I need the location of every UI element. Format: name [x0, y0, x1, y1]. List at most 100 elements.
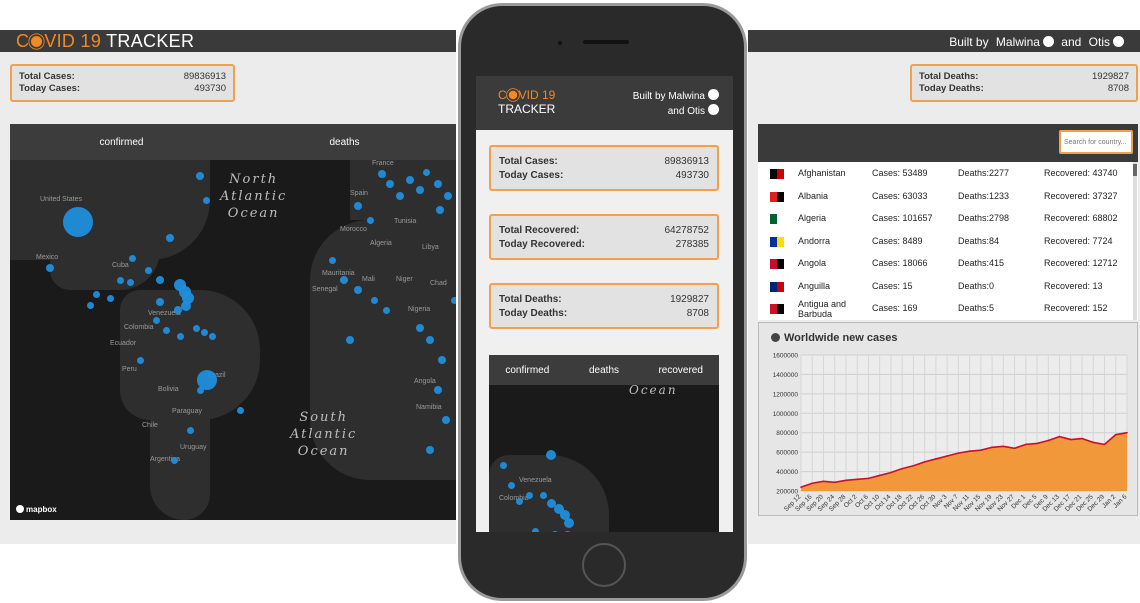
- flag-icon: [770, 191, 784, 202]
- case-marker[interactable]: [128, 254, 136, 262]
- case-marker[interactable]: [426, 446, 434, 454]
- case-marker[interactable]: [370, 296, 378, 304]
- world-map[interactable]: North Atlantic Ocean South Atlantic Ocea…: [10, 160, 456, 520]
- author-malwina-link[interactable]: Malwina: [996, 35, 1040, 49]
- case-marker[interactable]: [144, 266, 152, 274]
- case-marker[interactable]: [328, 256, 336, 264]
- case-marker[interactable]: [196, 172, 204, 180]
- case-marker[interactable]: [436, 206, 444, 214]
- case-marker[interactable]: [515, 497, 523, 505]
- case-marker[interactable]: [196, 386, 204, 394]
- home-button[interactable]: [582, 543, 626, 587]
- github-icon[interactable]: [708, 89, 719, 100]
- case-marker[interactable]: [382, 306, 390, 314]
- author-otis-link[interactable]: Otis: [1089, 35, 1110, 49]
- case-marker[interactable]: [442, 416, 450, 424]
- case-marker[interactable]: [156, 276, 164, 284]
- case-marker[interactable]: [507, 481, 515, 489]
- case-marker[interactable]: [422, 168, 430, 176]
- total-cases-value: 89836913: [664, 156, 710, 167]
- country-list[interactable]: Afghanistan Cases: 53489 Deaths:2277 Recove…: [758, 162, 1138, 320]
- case-marker[interactable]: [208, 332, 216, 340]
- case-marker[interactable]: [564, 518, 574, 528]
- case-marker[interactable]: [152, 316, 160, 324]
- tab-confirmed[interactable]: confirmed: [10, 137, 233, 148]
- scrollbar[interactable]: [1133, 162, 1137, 320]
- case-marker[interactable]: [181, 301, 191, 311]
- case-marker[interactable]: [354, 286, 362, 294]
- author-otis-link[interactable]: Otis: [687, 106, 705, 117]
- case-marker[interactable]: [450, 296, 456, 304]
- case-marker[interactable]: [202, 196, 210, 204]
- country-recovered: Recovered: 13: [1044, 280, 1103, 291]
- total-deaths-value: 1929827: [670, 294, 709, 305]
- github-icon[interactable]: [1113, 36, 1124, 47]
- label-paraguay: Paraguay: [172, 408, 202, 415]
- author-malwina-link[interactable]: Malwina: [668, 91, 705, 102]
- case-marker[interactable]: [136, 356, 144, 364]
- country-recovered: Recovered: 43740: [1044, 168, 1118, 178]
- mobile-world-map[interactable]: Ocean Venezuela Colombia: [489, 383, 719, 532]
- case-marker[interactable]: [406, 176, 414, 184]
- case-marker[interactable]: [106, 294, 114, 302]
- case-marker[interactable]: [192, 324, 200, 332]
- case-marker[interactable]: [126, 278, 134, 286]
- case-marker[interactable]: [396, 192, 404, 200]
- case-marker[interactable]: [116, 276, 124, 284]
- case-marker[interactable]: [166, 234, 174, 242]
- case-marker[interactable]: [438, 356, 446, 364]
- case-marker[interactable]: [546, 450, 556, 460]
- tab-deaths[interactable]: deaths: [566, 365, 643, 376]
- country-row[interactable]: Antigua and Barbuda Cases: 169 Deaths:5 Rec…: [758, 298, 1132, 320]
- case-marker[interactable]: [92, 290, 100, 298]
- case-marker[interactable]: [551, 531, 559, 532]
- label-senegal: Senegal: [312, 286, 338, 293]
- label-angola: Angola: [414, 378, 436, 385]
- case-marker[interactable]: [346, 336, 354, 344]
- country-row[interactable]: Afghanistan Cases: 53489 Deaths:2277 Recove…: [758, 163, 1132, 185]
- case-marker[interactable]: [539, 491, 547, 499]
- case-marker[interactable]: [46, 264, 54, 272]
- country-cases: Cases: 8489: [872, 235, 923, 246]
- case-marker[interactable]: [170, 456, 178, 464]
- country-recovered: Recovered: 7724: [1044, 235, 1113, 246]
- tab-confirmed[interactable]: confirmed: [489, 365, 566, 376]
- tab-deaths[interactable]: deaths: [233, 137, 456, 148]
- case-marker[interactable]: [531, 527, 539, 532]
- case-marker[interactable]: [426, 336, 434, 344]
- case-marker[interactable]: [444, 192, 452, 200]
- case-marker[interactable]: [354, 202, 362, 210]
- data-point: [912, 464, 915, 467]
- case-marker[interactable]: [378, 170, 386, 178]
- github-icon[interactable]: [1042, 36, 1054, 47]
- country-row[interactable]: Anguilla Cases: 15 Deaths:0 Recovered: 13: [758, 276, 1132, 298]
- country-row[interactable]: Angola Cases: 18066 Deaths:415 Recovered: 1…: [758, 253, 1132, 275]
- case-marker[interactable]: [174, 306, 182, 314]
- country-row[interactable]: Algeria Cases: 101657 Deaths:2798 Recovered…: [758, 208, 1132, 230]
- case-marker[interactable]: [499, 461, 507, 469]
- case-marker[interactable]: [525, 491, 533, 499]
- case-marker[interactable]: [200, 328, 208, 336]
- case-marker[interactable]: [416, 324, 424, 332]
- case-marker[interactable]: [186, 426, 194, 434]
- desktop-left: C VID 19 TRACKER Total Cases: 89836913 Tod…: [0, 30, 456, 544]
- case-marker[interactable]: [386, 180, 394, 188]
- github-icon[interactable]: [708, 104, 719, 115]
- country-row[interactable]: Andorra Cases: 8489 Deaths:84 Recovered: 77…: [758, 231, 1132, 253]
- case-marker[interactable]: [162, 326, 170, 334]
- case-marker[interactable]: [236, 406, 244, 414]
- case-marker[interactable]: [366, 216, 374, 224]
- case-marker[interactable]: [63, 207, 93, 237]
- case-marker[interactable]: [434, 180, 442, 188]
- case-marker[interactable]: [156, 298, 164, 306]
- case-marker[interactable]: [434, 386, 442, 394]
- country-search-input[interactable]: Search for country...: [1059, 130, 1133, 154]
- case-marker[interactable]: [416, 186, 424, 194]
- new-cases-chart: 200000 400000 600000 800000 1000000 1200000 14…: [773, 353, 1129, 513]
- tab-recovered[interactable]: recovered: [642, 365, 719, 376]
- speaker-icon: [583, 40, 629, 44]
- country-row[interactable]: Albania Cases: 63033 Deaths:1233 Recovered:…: [758, 186, 1132, 208]
- case-marker[interactable]: [176, 332, 184, 340]
- case-marker[interactable]: [86, 301, 94, 309]
- case-marker[interactable]: [340, 276, 348, 284]
